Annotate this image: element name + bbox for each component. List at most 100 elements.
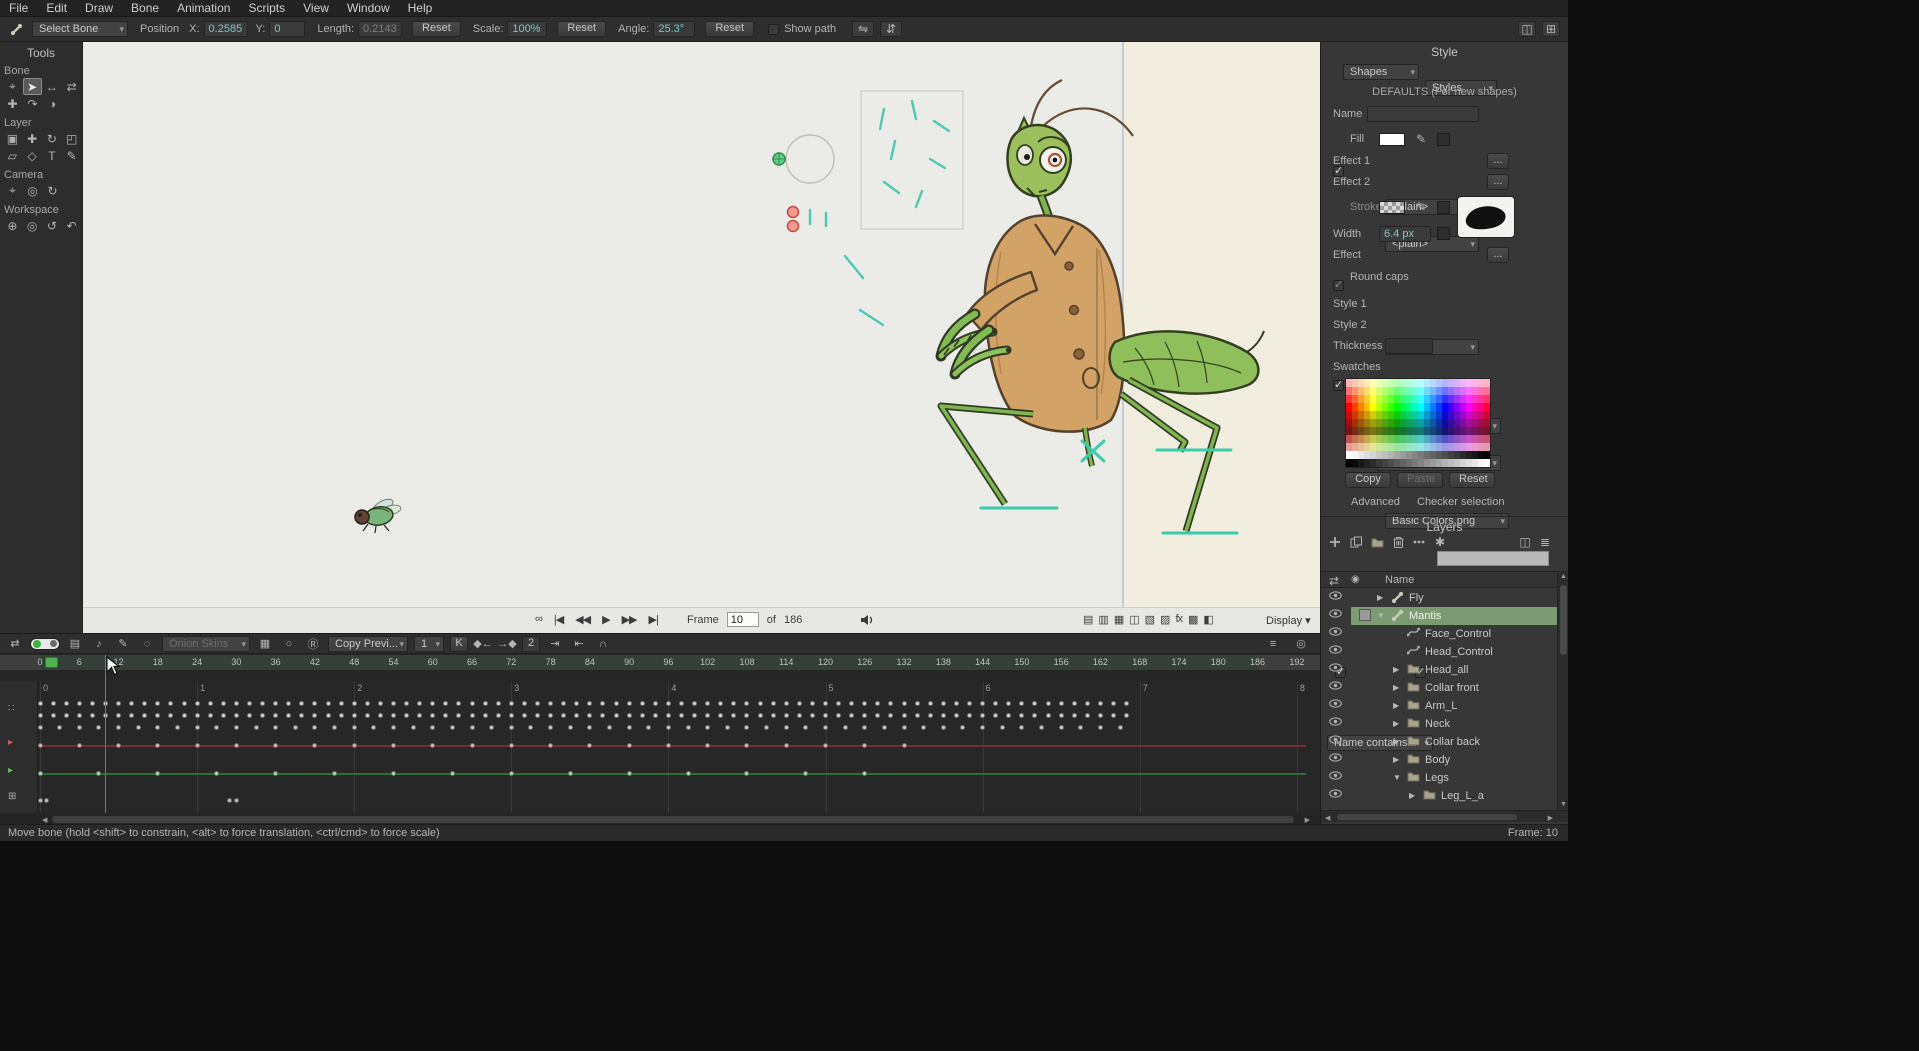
keyframe-dot[interactable]	[954, 713, 959, 718]
keyframe-dot[interactable]	[273, 725, 278, 730]
keyframe-dot[interactable]	[195, 725, 200, 730]
keyframe-dot[interactable]	[744, 701, 749, 706]
keyframe-dot[interactable]	[803, 725, 808, 730]
keyframe-dot[interactable]	[823, 713, 828, 718]
style-name-field[interactable]	[1367, 106, 1479, 122]
keyframe-dot[interactable]	[960, 725, 965, 730]
keyframe-dot[interactable]	[273, 743, 278, 748]
display-dropdown[interactable]: Display ▾	[1266, 614, 1311, 627]
keyframe-dot[interactable]	[456, 713, 461, 718]
keyframe-dot[interactable]	[116, 725, 121, 730]
stroke-color-swatch[interactable]	[1379, 201, 1405, 214]
delete-layer-button[interactable]	[1390, 535, 1406, 549]
keyframe-dot[interactable]	[1046, 701, 1051, 706]
layer-visibility-icon[interactable]	[1329, 627, 1342, 639]
keyframe-dot[interactable]	[980, 725, 985, 730]
reset-angle-button[interactable]: Reset	[705, 21, 754, 37]
layer-row-leg-l-a[interactable]: ▶Leg_L_a	[1321, 787, 1568, 805]
keyframe-dot[interactable]	[326, 713, 331, 718]
keyframe-dot[interactable]	[902, 743, 907, 748]
keyframe-dot[interactable]	[758, 701, 763, 706]
swatch-cell[interactable]	[1484, 379, 1490, 387]
keyframe-dot[interactable]	[64, 701, 69, 706]
swatch-cell[interactable]	[1484, 395, 1490, 403]
playback-start-marker[interactable]	[45, 657, 58, 668]
keyframe-dot[interactable]	[509, 713, 514, 718]
go-to-end-button[interactable]: ▶|	[648, 613, 657, 626]
keyframe-dot[interactable]	[470, 701, 475, 706]
keyframe-dot[interactable]	[993, 701, 998, 706]
keyframe-dot[interactable]	[391, 725, 396, 730]
keyframe-dot[interactable]	[483, 701, 488, 706]
keyframe-dot[interactable]	[744, 771, 749, 776]
layer-visibility-icon[interactable]	[1329, 681, 1342, 693]
stroke-options-box[interactable]	[1437, 201, 1450, 214]
keyframe-dot[interactable]	[1046, 713, 1051, 718]
keyframe-dot[interactable]	[182, 713, 187, 718]
keyframe-dot[interactable]	[810, 713, 815, 718]
keyframe-dot[interactable]	[718, 701, 723, 706]
keyframe-dot[interactable]	[803, 771, 808, 776]
keyframe-dot[interactable]	[456, 701, 461, 706]
keyframe-dot[interactable]	[744, 713, 749, 718]
keyframe-dot[interactable]	[535, 701, 540, 706]
keyframe-dot[interactable]	[718, 713, 723, 718]
layer-view-mode-icon[interactable]: ◫	[1517, 535, 1533, 549]
keyframe-dot[interactable]	[378, 701, 383, 706]
layer-visibility-icon[interactable]	[1329, 663, 1342, 675]
keyframe-dot[interactable]	[77, 743, 82, 748]
draw-tool[interactable]: ✎	[62, 147, 81, 164]
keyframe-dot[interactable]	[38, 725, 43, 730]
layer-visibility-icon[interactable]	[1329, 735, 1342, 747]
keyframe-dot[interactable]	[404, 713, 409, 718]
keyframe-dot[interactable]	[1098, 725, 1103, 730]
layer-row-collar-front[interactable]: ▶Collar front	[1321, 679, 1568, 697]
copy-style-button[interactable]: Copy	[1345, 472, 1391, 488]
scale-value-field[interactable]	[507, 21, 547, 37]
keyframe-dot[interactable]	[823, 743, 828, 748]
reset-position-button[interactable]: Reset	[412, 21, 461, 37]
keyframe-dot[interactable]	[1072, 713, 1077, 718]
keyframe-dot[interactable]	[548, 713, 553, 718]
swap-columns-icon[interactable]: ⇄	[1329, 574, 1339, 588]
more-options-button[interactable]	[1411, 535, 1427, 549]
follow-path-tool[interactable]: ◇	[23, 147, 42, 164]
insert-frames-icon[interactable]: ⇥	[546, 636, 564, 651]
keyframe-dot[interactable]	[902, 725, 907, 730]
keyframe-dot[interactable]	[705, 725, 710, 730]
keyframe-dot[interactable]	[430, 701, 435, 706]
layer-row-collar-back[interactable]: ▶Collar back	[1321, 733, 1568, 751]
keyframe-dot[interactable]	[993, 713, 998, 718]
show-markers-icon[interactable]: ✎	[114, 636, 132, 651]
flip-vertical-icon[interactable]: ⇵	[880, 21, 902, 37]
keyframe-dot[interactable]	[1039, 725, 1044, 730]
keyframe-dot[interactable]	[90, 713, 95, 718]
keyframe-dot[interactable]	[928, 713, 933, 718]
keyframe-dot[interactable]	[784, 713, 789, 718]
keyframe-dot[interactable]	[522, 713, 527, 718]
keyframe-dot[interactable]	[299, 701, 304, 706]
keyframe-dot[interactable]	[38, 771, 43, 776]
keyframe-dot[interactable]	[470, 713, 475, 718]
keyframe-dot[interactable]	[96, 725, 101, 730]
bind-layer-tool[interactable]: ◑	[43, 95, 62, 112]
keyframe-dot[interactable]	[391, 743, 396, 748]
keyframe-dot[interactable]	[548, 743, 553, 748]
keyframe-dot[interactable]	[535, 713, 540, 718]
keyframe-dot[interactable]	[496, 701, 501, 706]
keyframe-dot[interactable]	[1118, 725, 1123, 730]
keyframe-dot[interactable]	[784, 725, 789, 730]
layers-horizontal-scrollbar[interactable]: ◀ ▶	[1321, 810, 1568, 822]
keyframe-dot[interactable]	[882, 725, 887, 730]
keyframe-dot[interactable]	[234, 701, 239, 706]
zoom-camera-tool[interactable]: ◎	[23, 182, 42, 199]
keyframe-dot[interactable]	[862, 743, 867, 748]
keyframe-dot[interactable]	[391, 771, 396, 776]
keyframe-dot[interactable]	[522, 701, 527, 706]
transform-layer-tool[interactable]: ▣	[3, 130, 22, 147]
keyframe-dot[interactable]	[1059, 701, 1064, 706]
keyframe-dot[interactable]	[1111, 701, 1116, 706]
round-caps-checkbox[interactable]	[1333, 380, 1344, 391]
layer-visibility-icon[interactable]	[1329, 609, 1342, 621]
duplicate-layer-button[interactable]	[1348, 535, 1364, 549]
